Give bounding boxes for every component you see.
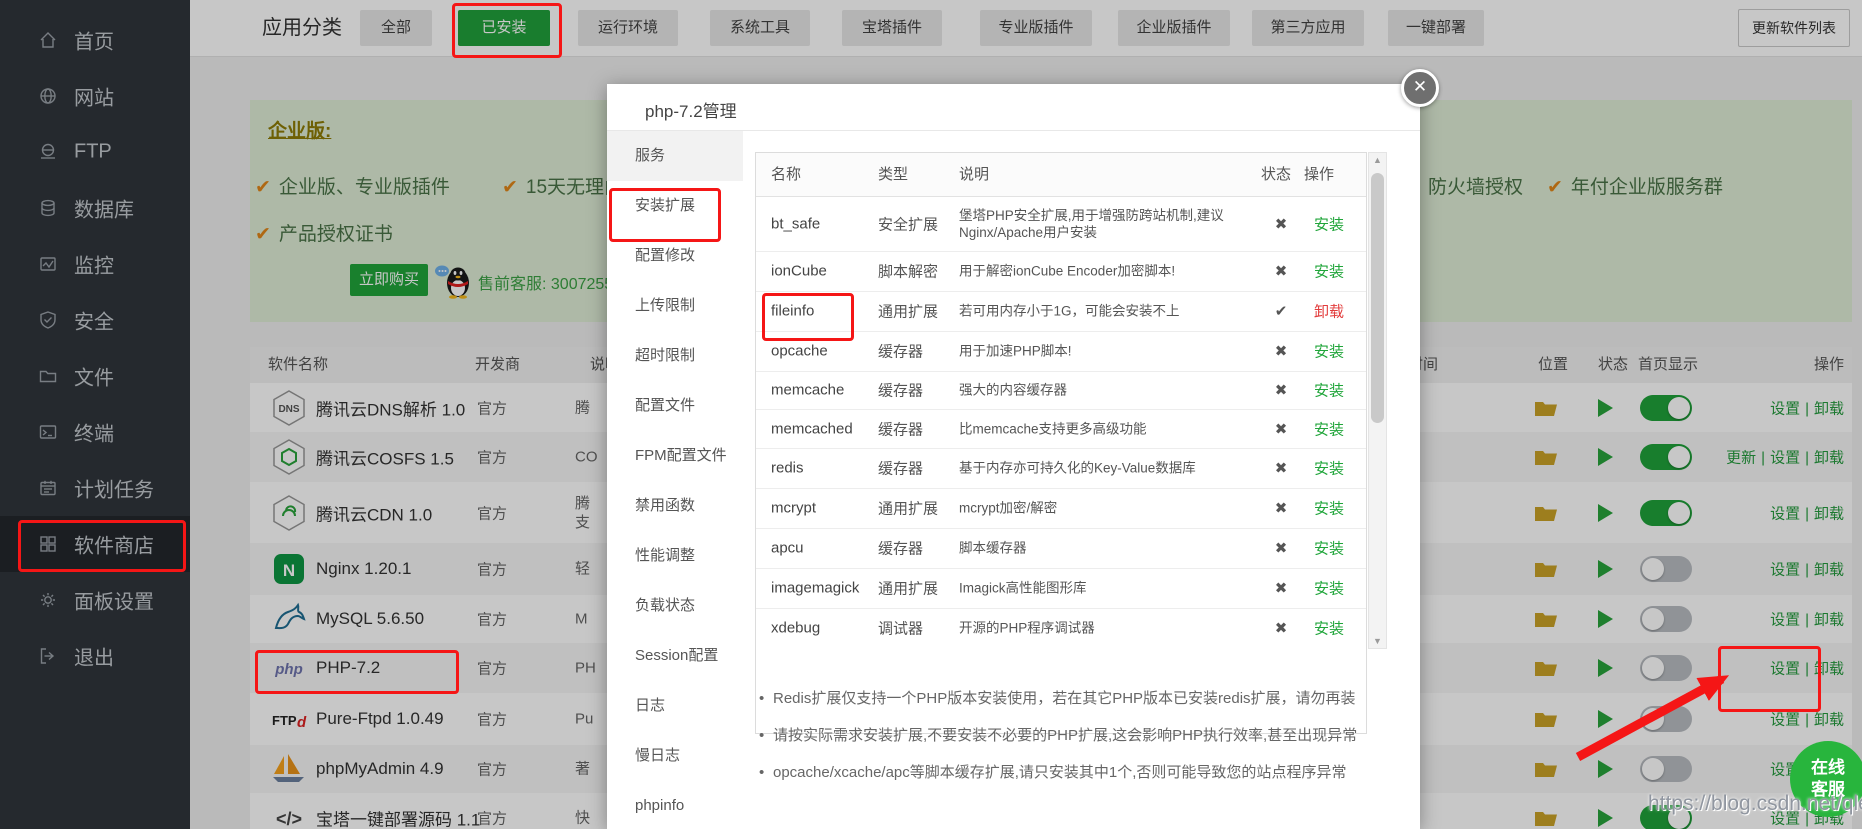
menu-item-config-file[interactable]: 配置文件 — [607, 381, 743, 431]
watermark: https://blog.csdn.net/qlei20 — [1648, 792, 1862, 816]
status-x-icon: ✖ — [1261, 215, 1301, 233]
col-ext-name: 名称 — [771, 153, 801, 196]
status-x-icon: ✖ — [1261, 499, 1301, 517]
install-link[interactable]: 安装 — [1304, 380, 1354, 401]
col-ext-desc: 说明 — [959, 153, 989, 196]
modal-title: php-7.2管理 — [645, 97, 737, 122]
status-x-icon: ✖ — [1261, 381, 1301, 399]
modal-menu: 服务 安装扩展 配置修改 上传限制 超时限制 配置文件 FPM配置文件 禁用函数… — [607, 131, 743, 829]
status-x-icon: ✖ — [1261, 539, 1301, 557]
menu-item-phpinfo[interactable]: phpinfo — [607, 781, 743, 829]
status-x-icon: ✖ — [1261, 342, 1301, 360]
ext-row-imagemagick: imagemagick通用扩展 Imagick高性能图形库✖ 安装 — [756, 568, 1366, 609]
modal-notes: Redis扩展仅支持一个PHP版本安装使用，若在其它PHP版本已安装redis扩… — [757, 690, 1397, 801]
note-line: 请按实际需求安装扩展,不要安装不必要的PHP扩展,这会影响PHP执行效率,甚至出… — [757, 727, 1397, 744]
install-link[interactable]: 安装 — [1304, 578, 1354, 599]
ext-row-bt_safe: bt_safe安全扩展 堡塔PHP安全扩展,用于增强防跨站机制,建议Nginx/… — [756, 196, 1366, 252]
menu-item-session-config[interactable]: Session配置 — [607, 631, 743, 681]
install-link[interactable]: 安装 — [1304, 213, 1354, 234]
status-x-icon: ✖ — [1261, 262, 1301, 280]
ext-row-memcached: memcached缓存器 比memcache支持更多高级功能✖ 安装 — [756, 409, 1366, 449]
uninstall-link[interactable]: 卸载 — [1304, 301, 1354, 322]
scroll-down-icon[interactable]: ▼ — [1369, 634, 1386, 648]
ext-row-xdebug: xdebug调试器 开源的PHP程序调试器✖ 安装 — [756, 608, 1366, 648]
ext-row-apcu: apcu缓存器 脚本缓存器✖ 安装 — [756, 528, 1366, 569]
install-link[interactable]: 安装 — [1304, 341, 1354, 362]
install-link[interactable]: 安装 — [1304, 418, 1354, 439]
menu-item-performance[interactable]: 性能调整 — [607, 531, 743, 581]
ext-row-redis: redis缓存器 基于内存亦可持久化的Key-Value数据库✖ 安装 — [756, 448, 1366, 489]
menu-item-log[interactable]: 日志 — [607, 681, 743, 731]
ext-row-fileinfo: fileinfo通用扩展 若可用内存小于1G，可能会安装不上✔ 卸载 — [756, 291, 1366, 332]
modal-titlebar: php-7.2管理 — [607, 84, 1420, 131]
note-line: Redis扩展仅支持一个PHP版本安装使用，若在其它PHP版本已安装redis扩… — [757, 690, 1397, 707]
bt-panel-screen: 首页 网站 FTP 数据库 监控 安全 文件 终端 计划任务 软件商店 — [0, 0, 1862, 829]
menu-item-config-modify[interactable]: 配置修改 — [607, 231, 743, 281]
col-ext-type: 类型 — [878, 153, 908, 196]
menu-item-upload-limit[interactable]: 上传限制 — [607, 281, 743, 331]
col-ext-action: 操作 — [1304, 153, 1334, 196]
ext-row-opcache: opcache缓存器 用于加速PHP脚本!✖ 安装 — [756, 331, 1366, 372]
status-check-icon: ✔ — [1261, 302, 1301, 320]
status-x-icon: ✖ — [1261, 459, 1301, 477]
menu-item-load-status[interactable]: 负载状态 — [607, 581, 743, 631]
menu-item-install-ext[interactable]: 安装扩展 — [607, 181, 743, 231]
close-icon[interactable]: ✕ — [1401, 69, 1439, 107]
scrollbar-thumb[interactable] — [1371, 173, 1384, 423]
note-line: opcache/xcache/apc等脚本缓存扩展,请只安装其中1个,否则可能导… — [757, 764, 1397, 781]
scroll-up-icon[interactable]: ▲ — [1369, 153, 1386, 167]
status-x-icon: ✖ — [1261, 579, 1301, 597]
extensions-table: 名称 类型 说明 状态 操作 bt_safe安全扩展 堡塔PHP安全扩展,用于增… — [755, 152, 1367, 734]
menu-item-slow-log[interactable]: 慢日志 — [607, 731, 743, 781]
extensions-scrollbar[interactable]: ▲ ▼ — [1368, 152, 1387, 649]
install-link[interactable]: 安装 — [1304, 538, 1354, 559]
install-link[interactable]: 安装 — [1304, 458, 1354, 479]
status-x-icon: ✖ — [1261, 420, 1301, 438]
install-link[interactable]: 安装 — [1304, 498, 1354, 519]
col-ext-status: 状态 — [1261, 153, 1291, 196]
menu-item-timeout-limit[interactable]: 超时限制 — [607, 331, 743, 381]
ext-row-memcache: memcache缓存器 强大的内容缓存器✖ 安装 — [756, 371, 1366, 410]
ext-row-ioncube: ionCube脚本解密 用于解密ionCube Encoder加密脚本!✖ 安装 — [756, 251, 1366, 292]
extensions-table-header: 名称 类型 说明 状态 操作 — [756, 153, 1366, 197]
php-manage-modal: php-7.2管理 服务 安装扩展 配置修改 上传限制 超时限制 配置文件 FP… — [607, 84, 1420, 829]
ext-row-mcrypt: mcrypt通用扩展 mcrypt加密/解密✖ 安装 — [756, 488, 1366, 529]
install-link[interactable]: 安装 — [1304, 618, 1354, 639]
status-x-icon: ✖ — [1261, 619, 1301, 637]
install-link[interactable]: 安装 — [1304, 261, 1354, 282]
menu-item-fpm-config[interactable]: FPM配置文件 — [607, 431, 743, 481]
menu-item-service[interactable]: 服务 — [607, 131, 743, 181]
menu-item-disabled-functions[interactable]: 禁用函数 — [607, 481, 743, 531]
